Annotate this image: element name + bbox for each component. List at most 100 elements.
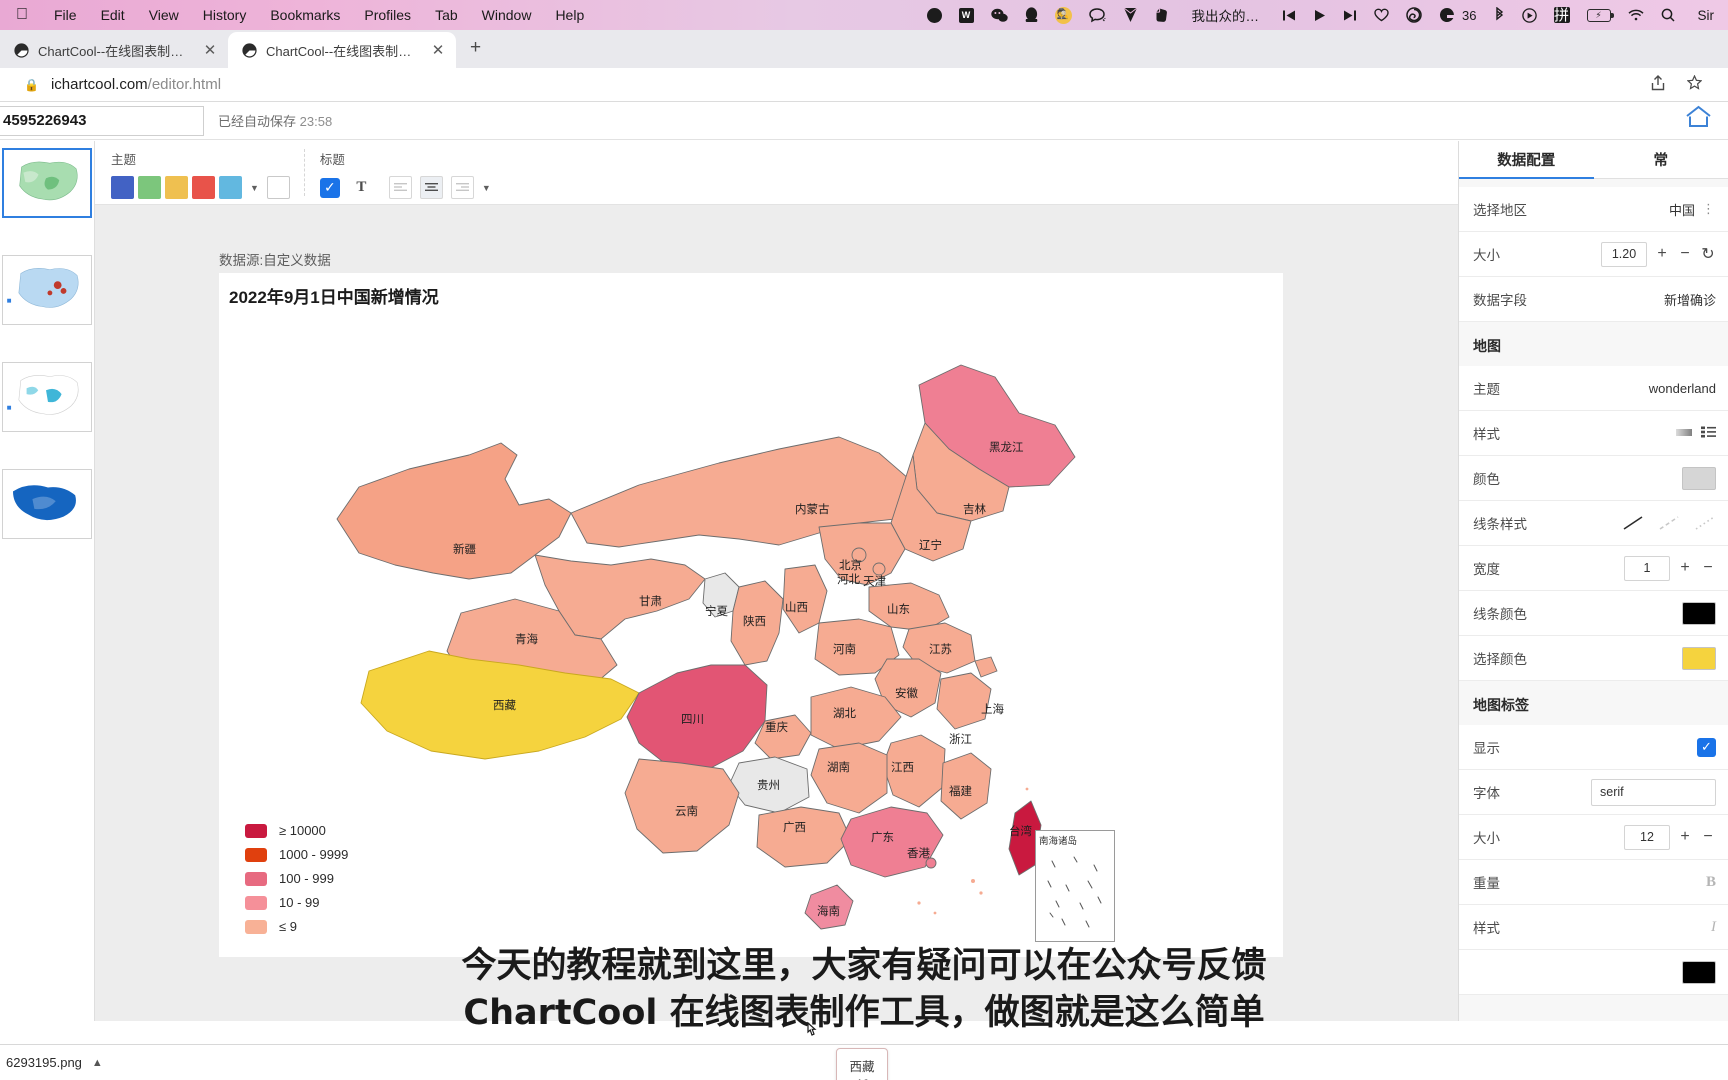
menu-item-tab[interactable]: Tab (423, 7, 470, 23)
row-label-font[interactable]: 字体 serif (1459, 770, 1728, 815)
select-color-chip[interactable] (1682, 646, 1716, 670)
close-icon[interactable]: ✕ (430, 41, 446, 59)
url-bar[interactable]: 🔒 ichartcool.com/editor.html (0, 68, 1728, 102)
theme-swatch-5[interactable] (219, 176, 242, 199)
row-value[interactable]: wonderland (1649, 381, 1716, 396)
yellow-app-icon[interactable]: 🕵 (1054, 6, 1072, 24)
china-choropleth-map[interactable] (219, 273, 1283, 957)
browser-tab-1[interactable]: ChartCool--在线图表制作工具 ✕ (0, 32, 228, 68)
label-size-plus-button[interactable]: + (1677, 828, 1693, 846)
theme-custom-swatch[interactable] (266, 176, 290, 199)
row-label-weight[interactable]: 重量 B (1459, 860, 1728, 905)
legend-item[interactable]: 1000 - 9999 (245, 847, 348, 862)
line-width-input[interactable]: 1 (1624, 555, 1670, 581)
align-left-icon[interactable] (388, 176, 412, 199)
solid-line-icon[interactable] (1622, 515, 1644, 531)
chart-name-input[interactable]: 4595226943 (0, 105, 204, 136)
row-value[interactable]: 中国 ⋮ (1669, 200, 1716, 219)
row-select-region[interactable]: 选择地区 中国 ⋮ (1459, 187, 1728, 232)
row-map-color[interactable]: 颜色 (1459, 456, 1728, 501)
reset-icon[interactable]: ↻ (1700, 244, 1716, 264)
menu-item-file[interactable]: File (42, 7, 89, 23)
more-vertical-icon[interactable]: ⋮ (1702, 201, 1716, 217)
bluetooth-icon[interactable] (1494, 7, 1505, 23)
grammarly-icon[interactable]: 36 (1439, 7, 1477, 23)
heart-icon[interactable] (1374, 8, 1389, 22)
size-plus-button[interactable]: + (1654, 245, 1670, 263)
evernote-icon[interactable] (1155, 7, 1169, 23)
download-item[interactable]: 6293195.png ▲ (0, 1055, 113, 1070)
dotted-line-icon[interactable] (1694, 515, 1716, 531)
close-icon[interactable]: ✕ (202, 41, 218, 59)
chevron-down-icon[interactable]: ▼ (482, 183, 491, 193)
title-visible-checkbox[interactable]: ✓ (319, 177, 340, 198)
line-color-chip[interactable] (1682, 601, 1716, 625)
browser-tab-2[interactable]: ChartCool--在线图表制作工具 ✕ (228, 32, 456, 68)
row-value[interactable]: ✓ (1697, 737, 1716, 757)
chevron-up-icon[interactable]: ▲ (92, 1057, 103, 1069)
url-text[interactable]: ichartcool.com/editor.html (51, 76, 221, 93)
row-value[interactable] (1682, 466, 1716, 490)
label-size-minus-button[interactable]: − (1700, 828, 1716, 846)
theme-swatch-3[interactable] (165, 176, 188, 199)
legend-item[interactable]: ≥ 10000 (245, 823, 348, 838)
row-value[interactable]: 12 + − (1624, 824, 1716, 850)
menu-item-help[interactable]: Help (543, 7, 596, 23)
map-card[interactable]: 2022年9月1日中国新增情况 黑龙江 内蒙古 吉林 辽宁 新疆 甘肃 宁夏 北… (219, 273, 1283, 1080)
tab-general[interactable]: 常 (1594, 141, 1728, 178)
search-icon[interactable] (1661, 8, 1675, 22)
row-value[interactable]: B (1706, 874, 1716, 891)
row-value[interactable]: serif (1591, 778, 1716, 806)
row-line-width[interactable]: 宽度 1 + − (1459, 546, 1728, 591)
row-value[interactable] (1682, 601, 1716, 625)
italic-icon[interactable]: I (1711, 919, 1716, 936)
align-right-icon[interactable] (450, 176, 474, 199)
label-font-input[interactable]: serif (1591, 778, 1716, 806)
theme-swatch-1[interactable] (111, 176, 134, 199)
row-map-style[interactable]: 样式 (1459, 411, 1728, 456)
row-line-color[interactable]: 线条颜色 (1459, 591, 1728, 636)
row-value[interactable]: 1.20 + − ↻ (1601, 241, 1716, 267)
thumb-map-green[interactable] (2, 148, 92, 218)
chevron-down-icon[interactable]: ▼ (250, 183, 259, 193)
size-minus-button[interactable]: − (1677, 245, 1693, 263)
menu-item-edit[interactable]: Edit (89, 7, 137, 23)
thumb-map-darkblue[interactable] (2, 469, 92, 539)
media-next-icon[interactable] (1343, 9, 1357, 22)
size-input[interactable]: 1.20 (1601, 241, 1647, 267)
row-line-style[interactable]: 线条样式 (1459, 501, 1728, 546)
battery-charging-icon[interactable]: ⚡ (1586, 8, 1614, 22)
control-center-icon[interactable] (1521, 7, 1537, 23)
thumb-map-cyan[interactable] (2, 362, 92, 432)
new-tab-button[interactable]: + (456, 32, 495, 68)
legend-item[interactable]: 100 - 999 (245, 871, 348, 886)
row-value[interactable]: 新增确诊 (1664, 290, 1716, 309)
media-previous-icon[interactable] (1282, 9, 1296, 22)
list-icon[interactable] (1701, 426, 1716, 441)
map-color-chip[interactable] (1682, 466, 1716, 490)
row-value[interactable] (1676, 426, 1716, 441)
row-value[interactable] (1682, 646, 1716, 670)
chat-bubble-icon[interactable] (1088, 7, 1106, 23)
width-minus-button[interactable]: − (1700, 559, 1716, 577)
input-method-icon[interactable]: 拼 (1553, 7, 1570, 23)
bold-icon[interactable]: B (1706, 874, 1716, 891)
tab-data-config[interactable]: 数据配置 (1459, 141, 1594, 179)
qq-icon[interactable] (1025, 7, 1038, 23)
row-select-color[interactable]: 选择颜色 (1459, 636, 1728, 681)
row-data-field[interactable]: 数据字段 新增确诊 (1459, 277, 1728, 322)
legend-item[interactable]: 10 - 99 (245, 895, 348, 910)
spiral-icon[interactable] (1406, 7, 1422, 23)
text-format-icon[interactable]: T (350, 176, 373, 199)
circle-app-icon[interactable] (926, 7, 942, 23)
apple-icon[interactable]:  (0, 6, 42, 24)
star-icon[interactable] (1686, 74, 1703, 95)
row-size[interactable]: 大小 1.20 + − ↻ (1459, 232, 1728, 277)
menu-item-history[interactable]: History (191, 7, 259, 23)
home-icon[interactable] (1685, 105, 1712, 136)
gem-icon[interactable] (1123, 7, 1138, 23)
menu-item-profiles[interactable]: Profiles (352, 7, 423, 23)
width-plus-button[interactable]: + (1677, 559, 1693, 577)
row-label-show[interactable]: 显示 ✓ (1459, 725, 1728, 770)
media-play-icon[interactable] (1313, 9, 1326, 22)
